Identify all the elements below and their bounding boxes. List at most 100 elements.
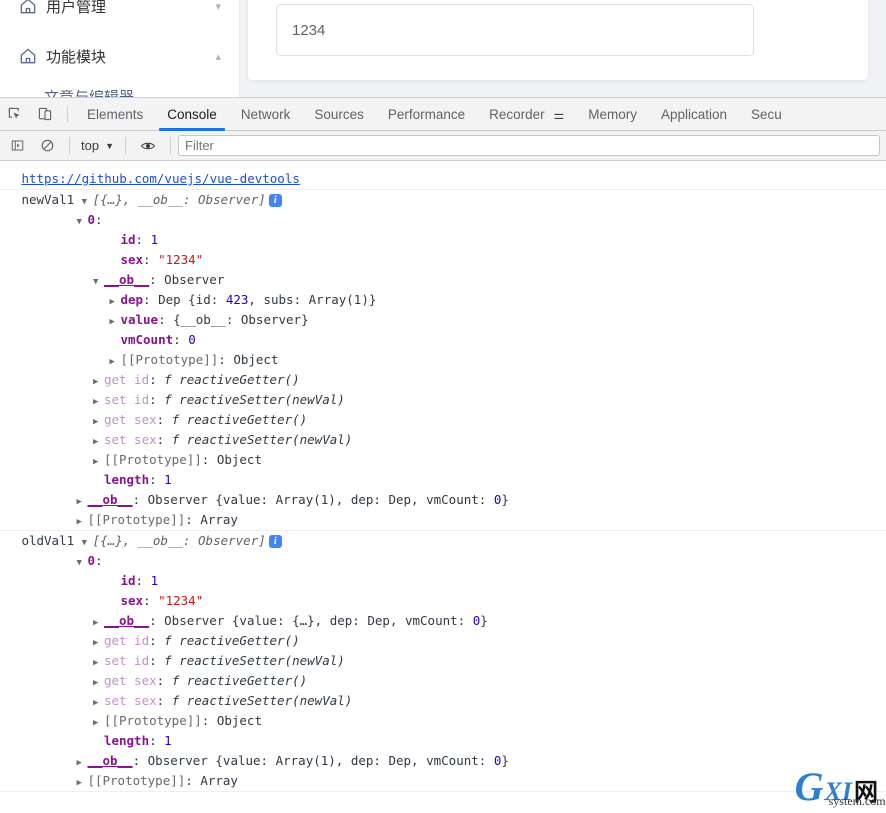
disclosure-triangle-icon[interactable] [93, 713, 104, 733]
console-tree-row[interactable]: id: 1 [0, 571, 886, 591]
tab-label: Memory [588, 106, 637, 122]
console-tree-row[interactable]: [[Prototype]]: Array [0, 771, 886, 791]
tab-security[interactable]: Secu [739, 98, 794, 131]
console-tree-row[interactable]: __ob__: Observer {value: Array(1), dep: … [0, 751, 886, 771]
console-tree-row[interactable]: length: 1 [0, 470, 886, 490]
filter-input[interactable] [178, 135, 880, 156]
disclosure-triangle-icon[interactable] [93, 653, 104, 673]
sidebar-item-function-module[interactable]: 功能模块 ▴ [0, 36, 239, 76]
disclosure-triangle-icon[interactable] [76, 492, 87, 512]
console-tree-row[interactable]: [[Prototype]]: Array [0, 510, 886, 530]
disclosure-triangle-icon[interactable] [76, 553, 87, 573]
console-group-header[interactable]: oldVal1 [{…}, __ob__: Observer]i [0, 531, 886, 551]
tree-row-segment: : [143, 593, 159, 608]
tab-application[interactable]: Application [649, 98, 739, 131]
console-tree-row[interactable]: sex: "1234" [0, 250, 886, 270]
disclosure-triangle-icon[interactable] [109, 312, 120, 332]
chevron-up-icon[interactable]: ▴ [215, 50, 221, 63]
console-tree-row[interactable]: 0: [0, 210, 886, 230]
value-input[interactable] [276, 4, 754, 56]
tree-row-segment: __ob__ [103, 272, 150, 287]
disclosure-triangle-icon[interactable] [93, 452, 104, 472]
console-tree-row[interactable]: id: 1 [0, 230, 886, 250]
disclosure-triangle-icon[interactable] [93, 673, 104, 693]
tab-performance[interactable]: Performance [376, 98, 477, 131]
flask-icon: ⚌ [553, 107, 565, 122]
inspect-element-icon[interactable] [0, 100, 30, 128]
tree-row-segment: reactiveSetter(newVal) [186, 432, 353, 447]
disclosure-triangle-icon[interactable] [76, 753, 87, 773]
tab-recorder[interactable]: Recorder ⚌ [477, 98, 576, 131]
disclosure-triangle-icon[interactable] [109, 352, 120, 372]
disclosure-triangle-icon[interactable] [76, 773, 87, 793]
disclosure-triangle-icon[interactable] [93, 613, 104, 633]
tree-row-segment: set sex [103, 432, 157, 447]
tree-row-segment: Dep { [158, 292, 196, 307]
console-tree-row[interactable]: get sex: f reactiveGetter() [0, 410, 886, 430]
tree-row-segment: 1 [164, 733, 172, 748]
console-tree-row[interactable]: __ob__: Observer {value: Array(1), dep: … [0, 490, 886, 510]
console-message-link: https://github.com/vuejs/vue-devtools [0, 169, 886, 190]
console-tree-row[interactable]: set id: f reactiveSetter(newVal) [0, 651, 886, 671]
tab-sources[interactable]: Sources [302, 98, 376, 131]
info-badge-icon[interactable]: i [268, 535, 282, 548]
tree-row-segment: : [94, 553, 103, 568]
live-expression-icon[interactable] [133, 132, 163, 160]
disclosure-triangle-icon[interactable] [93, 272, 104, 292]
console-tree-row[interactable]: [[Prototype]]: Object [0, 711, 886, 731]
console-tree-row[interactable]: [[Prototype]]: Object [0, 450, 886, 470]
info-badge-icon[interactable]: i [268, 194, 282, 207]
console-tree-row[interactable]: sex: "1234" [0, 591, 886, 611]
console-tree-row[interactable]: get sex: f reactiveGetter() [0, 671, 886, 691]
disclosure-triangle-icon[interactable] [93, 432, 104, 452]
disclosure-triangle-icon[interactable] [93, 372, 104, 392]
disclosure-triangle-icon[interactable] [76, 512, 87, 532]
variable-name: oldVal1 [21, 533, 82, 548]
console-group-header[interactable]: newVal1 [{…}, __ob__: Observer]i [0, 190, 886, 210]
console-sidebar-icon[interactable] [2, 132, 32, 160]
tree-row-segment: 1 [150, 573, 159, 588]
tab-label: Secu [751, 106, 782, 122]
tree-row-segment: sex [120, 252, 144, 267]
console-tree-row[interactable]: get id: f reactiveGetter() [0, 631, 886, 651]
console-tree-row[interactable]: get id: f reactiveGetter() [0, 370, 886, 390]
vue-devtools-link[interactable]: https://github.com/vuejs/vue-devtools [21, 171, 299, 186]
tree-row-segment: : [149, 392, 165, 407]
disclosure-triangle-icon[interactable] [93, 693, 104, 713]
tab-network[interactable]: Network [229, 98, 303, 131]
tree-row-segment: : [149, 372, 165, 387]
chevron-down-icon[interactable]: ▾ [215, 0, 221, 13]
device-toolbar-icon[interactable] [30, 100, 60, 128]
tab-console[interactable]: Console [155, 98, 229, 131]
tab-elements[interactable]: Elements [75, 98, 155, 131]
tree-row-segment: 0 [87, 553, 95, 568]
disclosure-triangle-icon[interactable] [93, 412, 104, 432]
console-tree-row[interactable]: set sex: f reactiveSetter(newVal) [0, 430, 886, 450]
disclosure-triangle-icon[interactable] [109, 292, 120, 312]
tree-row-segment: __ob__ [180, 312, 226, 327]
console-tree-row[interactable]: [[Prototype]]: Object [0, 350, 886, 370]
disclosure-triangle-icon[interactable] [93, 392, 104, 412]
console-tree-row[interactable]: dep: Dep {id: 423, subs: Array(1)} [0, 290, 886, 310]
console-tree-row[interactable]: vmCount: 0 [0, 330, 886, 350]
console-tree-row[interactable]: __ob__: Observer {value: {…}, dep: Dep, … [0, 611, 886, 631]
disclosure-triangle-icon[interactable] [82, 533, 93, 553]
tree-row-segment: : [149, 272, 165, 287]
console-output[interactable]: https://github.com/vuejs/vue-devtools new… [0, 161, 886, 813]
sidebar-item-user-management[interactable]: 用户管理 ▾ [0, 0, 239, 26]
disclosure-triangle-icon[interactable] [93, 633, 104, 653]
tree-row-segment: : [149, 613, 165, 628]
console-tree-row[interactable]: __ob__: Observer [0, 270, 886, 290]
console-tree-row[interactable]: set id: f reactiveSetter(newVal) [0, 390, 886, 410]
console-tree-row[interactable]: 0: [0, 551, 886, 571]
execution-context-select[interactable]: top ▼ [77, 136, 118, 156]
tree-row-segment: get id [103, 633, 150, 648]
console-tree-row[interactable]: length: 1 [0, 731, 886, 751]
tree-row-segment: Observer [164, 272, 225, 287]
tab-memory[interactable]: Memory [576, 98, 649, 131]
console-tree-row[interactable]: value: {__ob__: Observer} [0, 310, 886, 330]
clear-console-icon[interactable] [32, 132, 62, 160]
console-tree-row[interactable]: set sex: f reactiveSetter(newVal) [0, 691, 886, 711]
disclosure-triangle-icon[interactable] [76, 212, 87, 232]
disclosure-triangle-icon[interactable] [82, 192, 93, 212]
